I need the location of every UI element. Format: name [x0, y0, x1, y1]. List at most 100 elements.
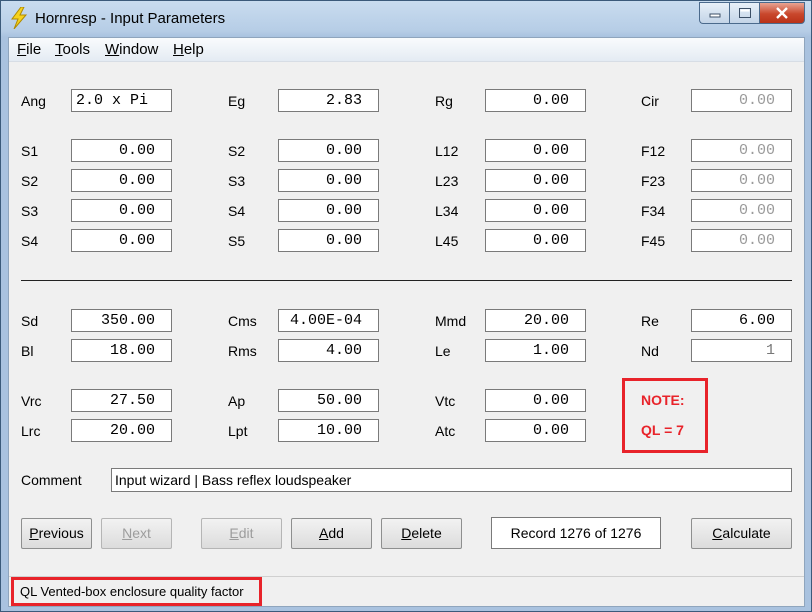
- edit-button[interactable]: Edit: [201, 518, 282, 549]
- s4-col2-label: S4: [228, 203, 246, 219]
- cir-label: Cir: [641, 93, 659, 109]
- cir-field: 0.00: [691, 89, 792, 112]
- vrc-label: Vrc: [21, 393, 42, 409]
- re-field[interactable]: 6.00: [691, 309, 792, 332]
- minimize-icon: [709, 13, 720, 18]
- calculate-button[interactable]: Calculate: [691, 518, 792, 549]
- le-field[interactable]: 1.00: [485, 339, 586, 362]
- maximize-icon: [738, 8, 751, 18]
- cms-label: Cms: [228, 313, 257, 329]
- sd-field[interactable]: 350.00: [71, 309, 172, 332]
- atc-label: Atc: [435, 423, 456, 439]
- app-window: Hornresp - Input Parameters File Tools W…: [0, 0, 812, 612]
- record-indicator: Record 1276 of 1276: [491, 517, 661, 549]
- rms-field[interactable]: 4.00: [278, 339, 379, 362]
- s1-field[interactable]: 0.00: [71, 139, 172, 162]
- s5-label: S5: [228, 233, 246, 249]
- note-highlight: [622, 378, 708, 453]
- s2-col2-label: S2: [228, 143, 246, 159]
- lrc-field[interactable]: 20.00: [71, 419, 172, 442]
- f34-label: F34: [641, 203, 666, 219]
- s3-label: S3: [21, 203, 39, 219]
- lightning-bolt-icon: [11, 7, 28, 29]
- s2-field[interactable]: 0.00: [71, 169, 172, 192]
- f45-field: 0.00: [691, 229, 792, 252]
- s5-field[interactable]: 0.00: [278, 229, 379, 252]
- vrc-field[interactable]: 27.50: [71, 389, 172, 412]
- eg-label: Eg: [228, 93, 246, 109]
- f45-label: F45: [641, 233, 666, 249]
- mmd-label: Mmd: [435, 313, 467, 329]
- s2-col2-field[interactable]: 0.00: [278, 139, 379, 162]
- maximize-button[interactable]: [729, 2, 759, 24]
- menu-help[interactable]: Help: [173, 41, 204, 58]
- l23-field[interactable]: 0.00: [485, 169, 586, 192]
- menu-tools[interactable]: Tools: [55, 41, 90, 58]
- l12-field[interactable]: 0.00: [485, 139, 586, 162]
- minimize-button[interactable]: [699, 2, 729, 24]
- window-title: Hornresp - Input Parameters: [35, 10, 226, 27]
- delete-button[interactable]: Delete: [381, 518, 462, 549]
- f23-label: F23: [641, 173, 666, 189]
- s3-field[interactable]: 0.00: [71, 199, 172, 222]
- vtc-field[interactable]: 0.00: [485, 389, 586, 412]
- section-divider: [21, 280, 792, 281]
- bl-field[interactable]: 18.00: [71, 339, 172, 362]
- l45-field[interactable]: 0.00: [485, 229, 586, 252]
- nd-label: Nd: [641, 343, 659, 359]
- re-label: Re: [641, 313, 659, 329]
- rms-label: Rms: [228, 343, 257, 359]
- f23-field: 0.00: [691, 169, 792, 192]
- menu-bar: File Tools Window Help: [9, 38, 804, 62]
- s4-field[interactable]: 0.00: [71, 229, 172, 252]
- eg-field[interactable]: 2.83: [278, 89, 379, 112]
- add-button[interactable]: Add: [291, 518, 372, 549]
- menu-file[interactable]: File: [17, 41, 41, 58]
- l34-field[interactable]: 0.00: [485, 199, 586, 222]
- lpt-label: Lpt: [228, 423, 248, 439]
- ap-field[interactable]: 50.00: [278, 389, 379, 412]
- f12-field: 0.00: [691, 139, 792, 162]
- atc-field[interactable]: 0.00: [485, 419, 586, 442]
- note-ql-value: QL = 7: [641, 422, 684, 438]
- menu-window[interactable]: Window: [105, 41, 158, 58]
- ap-label: Ap: [228, 393, 246, 409]
- lrc-label: Lrc: [21, 423, 41, 439]
- comment-field[interactable]: Input wizard | Bass reflex loudspeaker: [111, 468, 792, 492]
- f12-label: F12: [641, 143, 666, 159]
- close-button[interactable]: [759, 2, 805, 24]
- lpt-field[interactable]: 10.00: [278, 419, 379, 442]
- sd-label: Sd: [21, 313, 39, 329]
- ang-field[interactable]: 2.0 x Pi: [71, 89, 172, 112]
- note-title: NOTE:: [641, 392, 685, 408]
- l34-label: L34: [435, 203, 459, 219]
- cms-field[interactable]: 4.00E-04: [278, 309, 379, 332]
- status-text: QL Vented-box enclosure quality factor: [11, 577, 262, 606]
- nd-field[interactable]: 1: [691, 339, 792, 362]
- ang-label: Ang: [21, 93, 46, 109]
- vtc-label: Vtc: [435, 393, 456, 409]
- client-area: File Tools Window Help Ang 2.0 x Pi Eg 2…: [8, 37, 805, 607]
- comment-label: Comment: [21, 472, 82, 488]
- close-icon: [776, 7, 788, 19]
- s4-col2-field[interactable]: 0.00: [278, 199, 379, 222]
- rg-label: Rg: [435, 93, 453, 109]
- s2-label: S2: [21, 173, 39, 189]
- s1-label: S1: [21, 143, 39, 159]
- l12-label: L12: [435, 143, 459, 159]
- f34-field: 0.00: [691, 199, 792, 222]
- s3-col2-label: S3: [228, 173, 246, 189]
- mmd-field[interactable]: 20.00: [485, 309, 586, 332]
- next-button[interactable]: Next: [101, 518, 172, 549]
- s3-col2-field[interactable]: 0.00: [278, 169, 379, 192]
- bl-label: Bl: [21, 343, 34, 359]
- rg-field[interactable]: 0.00: [485, 89, 586, 112]
- le-label: Le: [435, 343, 451, 359]
- l23-label: L23: [435, 173, 459, 189]
- window-controls: [699, 2, 805, 24]
- previous-button[interactable]: Previous: [21, 518, 92, 549]
- s4-label: S4: [21, 233, 39, 249]
- status-bar: QL Vented-box enclosure quality factor: [9, 576, 804, 606]
- title-bar[interactable]: Hornresp - Input Parameters: [1, 1, 811, 37]
- l45-label: L45: [435, 233, 459, 249]
